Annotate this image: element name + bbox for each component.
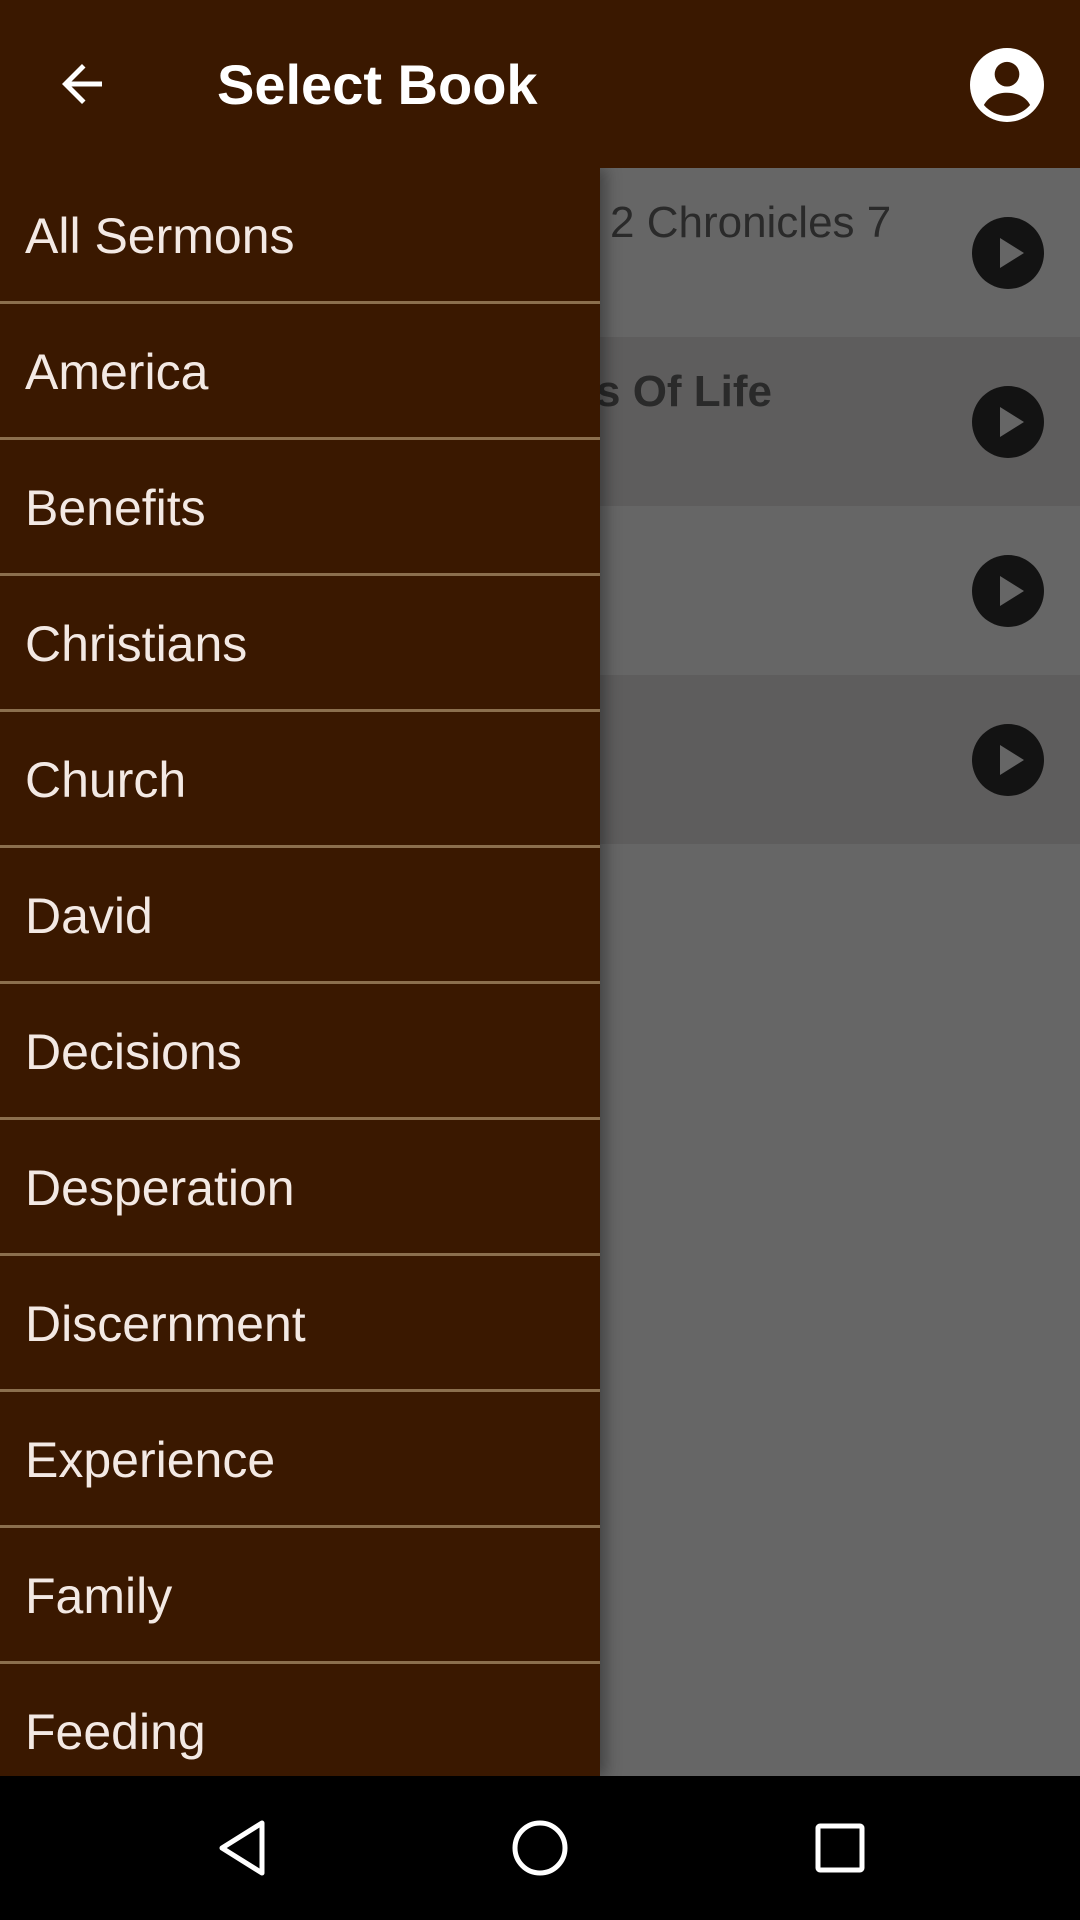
nav-back-icon[interactable]: [212, 1818, 272, 1878]
drawer-item-america[interactable]: America: [0, 304, 600, 440]
sermon-title: s Of Life: [596, 367, 773, 416]
drawer-item-feeding[interactable]: Feeding: [0, 1664, 600, 1776]
play-icon[interactable]: [972, 217, 1044, 289]
drawer-item-experience[interactable]: Experience: [0, 1392, 600, 1528]
drawer-item-decisions[interactable]: Decisions: [0, 984, 600, 1120]
sermon-title: 2 Chronicles 7: [610, 198, 892, 247]
app-bar: Select Book: [0, 0, 1080, 168]
nav-home-icon[interactable]: [510, 1818, 570, 1878]
drawer-item-discernment[interactable]: Discernment: [0, 1256, 600, 1392]
book-drawer: All Sermons America Benefits Christians …: [0, 168, 600, 1776]
account-circle-icon[interactable]: [970, 48, 1044, 122]
system-nav-bar: [0, 1776, 1080, 1920]
drawer-item-david[interactable]: David: [0, 848, 600, 984]
play-icon[interactable]: [972, 386, 1044, 458]
drawer-item-christians[interactable]: Christians: [0, 576, 600, 712]
drawer-item-family[interactable]: Family: [0, 1528, 600, 1664]
drawer-item-church[interactable]: Church: [0, 712, 600, 848]
drawer-item-benefits[interactable]: Benefits: [0, 440, 600, 576]
drawer-item-all-sermons[interactable]: All Sermons: [0, 168, 600, 304]
play-icon[interactable]: [972, 724, 1044, 796]
page-title: Select Book: [217, 53, 538, 116]
drawer-item-desperation[interactable]: Desperation: [0, 1120, 600, 1256]
arrow-left-icon[interactable]: [52, 54, 112, 114]
play-icon[interactable]: [972, 555, 1044, 627]
nav-recents-icon[interactable]: [810, 1818, 870, 1878]
